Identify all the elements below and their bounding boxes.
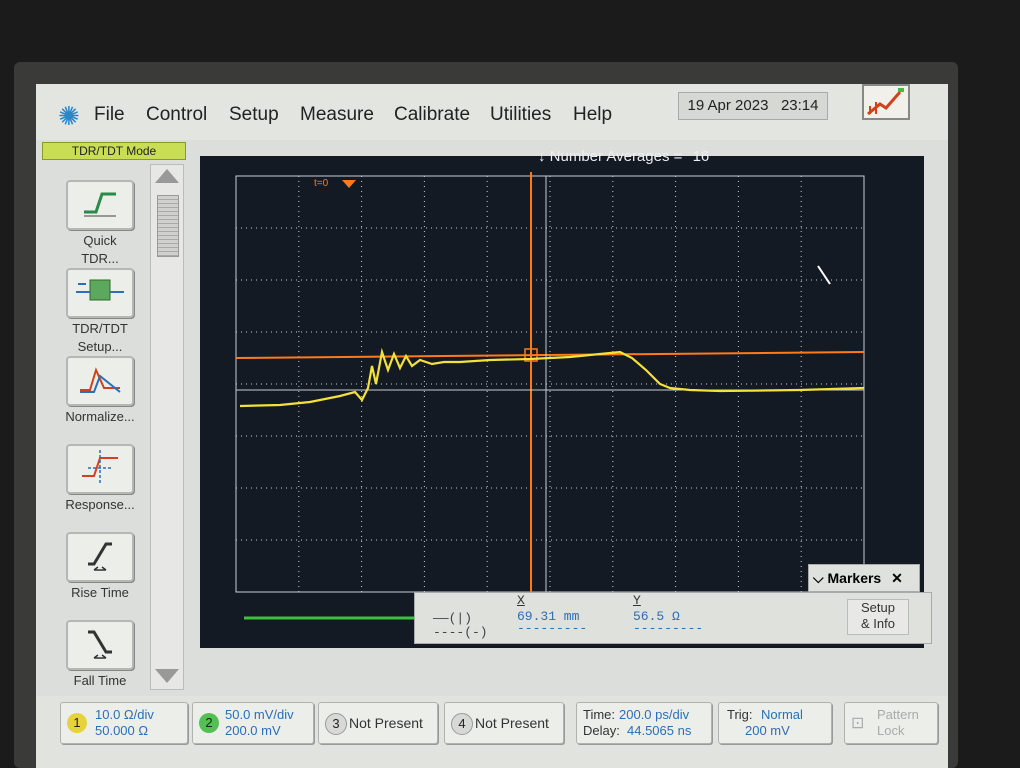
graticule-border <box>235 175 865 593</box>
pattern-line2: Lock <box>877 723 905 738</box>
menu-bar: ✺ File Control Setup Measure Calibrate U… <box>36 84 948 140</box>
date-time-display: 19 Apr 2023 23:14 <box>678 92 828 120</box>
averages-value: 16 <box>692 148 710 165</box>
marker-y-delta: --------- <box>633 621 704 636</box>
rise-time-button[interactable]: Rise Time <box>50 532 150 618</box>
pattern-lock-button[interactable]: ⊡ Pattern Lock <box>844 702 938 744</box>
agilent-logo-icon: ✺ <box>58 101 80 131</box>
time-value: 200.0 ps/div <box>619 707 690 722</box>
setup-info-line2: & Info <box>861 616 895 631</box>
quick-tdr-icon <box>66 180 134 230</box>
ch2-scale: 50.0 mV/div <box>225 707 294 722</box>
markers-title: Markers <box>827 570 882 586</box>
ch4-status: Not Present <box>475 715 549 731</box>
time-label: Time: <box>583 707 616 722</box>
tdr-trace <box>239 347 865 408</box>
fall-time-button[interactable]: Fall Time <box>50 620 150 706</box>
y-column-header: Y <box>633 593 641 608</box>
time-text: 23:14 <box>780 97 819 114</box>
t0-label: t=0 <box>314 178 329 189</box>
menu-utilities[interactable]: Utilities <box>490 104 551 126</box>
averages-label: Number Averages = <box>549 148 683 165</box>
rise-time-label: Rise Time <box>71 585 129 600</box>
quick-tdr-label-2: TDR... <box>81 251 119 266</box>
x-column-header: X <box>517 593 525 608</box>
normalize-label: Normalize... <box>65 409 135 424</box>
quick-tdr-button[interactable]: Quick TDR... <box>50 180 150 266</box>
normalize-icon <box>66 356 134 406</box>
trig-mode: Normal <box>761 707 803 722</box>
pattern-lock-icon: ⊡ <box>851 715 865 732</box>
tdr-setup-label-2: Setup... <box>77 339 123 354</box>
delay-label: Delay: <box>583 723 620 738</box>
channel-4-box[interactable]: 4 Not Present <box>444 702 564 744</box>
tdr-tdt-setup-button[interactable]: TDR/TDT Setup... <box>50 268 150 354</box>
normalize-button[interactable]: Normalize... <box>50 356 150 442</box>
markers-tab[interactable]: ⌵ Markers ✕ <box>808 564 920 592</box>
rise-time-icon <box>66 532 134 582</box>
channel-4-badge: 4 <box>451 713 473 735</box>
response-button[interactable]: Response... <box>50 444 150 530</box>
ch3-status: Not Present <box>349 715 423 731</box>
scroll-down-arrow-icon[interactable] <box>155 669 179 683</box>
channel-2-box[interactable]: 2 50.0 mV/div 200.0 mV <box>192 702 314 744</box>
delay-value: 44.5065 ns <box>627 723 692 738</box>
setup-info-line1: Setup <box>861 600 895 615</box>
date-text: 19 Apr 2023 <box>687 97 769 114</box>
scroll-thumb[interactable] <box>157 195 179 257</box>
trigger-box[interactable]: Trig: Normal 200 mV <box>718 702 832 744</box>
sidebar: Quick TDR... TDR/TDT Setup... Normalize.… <box>50 160 150 688</box>
marker-x-delta: --------- <box>517 621 588 636</box>
averages-readout: ↓ Number Averages = 16 <box>538 148 709 165</box>
averages-arrow-icon: ↓ <box>538 148 546 165</box>
fall-time-icon <box>66 620 134 670</box>
pattern-line1: Pattern <box>877 707 919 722</box>
menu-calibrate[interactable]: Calibrate <box>394 104 470 126</box>
channel-1-box[interactable]: 1 10.0 Ω/div 50.000 Ω <box>60 702 188 744</box>
sidebar-scrollbar[interactable] <box>150 164 184 690</box>
markers-collapse-icon[interactable]: ⌵ <box>813 570 824 586</box>
tdr-setup-label-1: TDR/TDT <box>72 321 128 336</box>
trig-level: 200 mV <box>745 723 790 738</box>
ch1-scale: 10.0 Ω/div <box>95 707 154 722</box>
app-status-icon[interactable] <box>862 84 910 120</box>
trig-label: Trig: <box>727 707 753 722</box>
markers-close-icon[interactable]: ✕ <box>891 570 903 586</box>
menu-control[interactable]: Control <box>146 104 207 126</box>
scroll-up-arrow-icon[interactable] <box>155 169 179 183</box>
menu-help[interactable]: Help <box>573 104 612 126</box>
timebase-box[interactable]: Time: 200.0 ps/div Delay: 44.5065 ns <box>576 702 712 744</box>
marker-2-symbol: ----(-) <box>433 625 488 640</box>
menu-file[interactable]: File <box>94 104 125 126</box>
marker-1-symbol: ——(|) <box>433 611 473 626</box>
mode-tab[interactable]: TDR/TDT Mode <box>42 142 186 160</box>
ch2-offset: 200.0 mV <box>225 723 281 738</box>
ch1-offset: 50.000 Ω <box>95 723 149 738</box>
t0-marker-icon <box>342 180 356 188</box>
channel-2-badge: 2 <box>199 713 219 733</box>
response-label: Response... <box>65 497 135 512</box>
menu-setup[interactable]: Setup <box>229 104 279 126</box>
response-icon <box>66 444 134 494</box>
fall-time-label: Fall Time <box>73 673 127 688</box>
markers-panel: ——(|) ----(-) X 69.31 mm --------- Y 56.… <box>414 592 932 644</box>
marker-setup-info-button[interactable]: Setup & Info <box>847 599 909 635</box>
graticule-grid <box>235 175 865 593</box>
quick-tdr-label-1: Quick <box>83 233 117 248</box>
tdr-setup-icon <box>66 268 134 318</box>
channel-3-badge: 3 <box>325 713 347 735</box>
channel-3-box[interactable]: 3 Not Present <box>318 702 438 744</box>
channel-1-badge: 1 <box>67 713 87 733</box>
status-bar: 1 10.0 Ω/div 50.000 Ω 2 50.0 mV/div 200.… <box>36 696 948 768</box>
instrument-screen: ✺ File Control Setup Measure Calibrate U… <box>36 84 948 768</box>
menu-measure[interactable]: Measure <box>300 104 374 126</box>
cursor-pointer-icon <box>817 265 831 285</box>
